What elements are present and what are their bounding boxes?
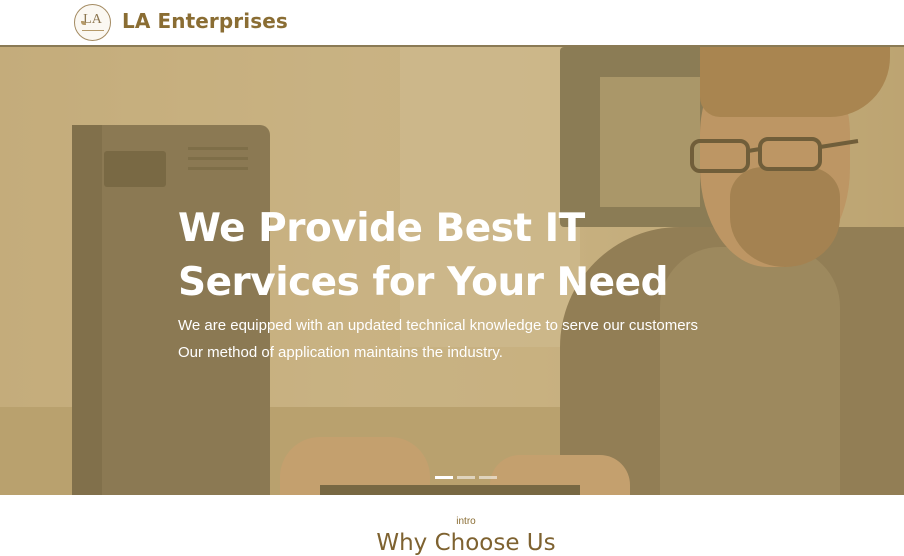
- carousel-indicators: [435, 476, 497, 479]
- hero-subtitle: Our method of application maintains the …: [178, 344, 503, 361]
- hero-banner: We Provide Best IT Services for Your Nee…: [0, 47, 904, 495]
- site-header: LA LA Enterprises: [0, 0, 904, 47]
- hero-title: We Provide Best IT Services for Your Nee…: [178, 202, 738, 310]
- carousel-dot-1[interactable]: [435, 476, 453, 479]
- brand-name[interactable]: LA Enterprises: [122, 9, 288, 33]
- hero-title-line: Services for Your Need: [178, 260, 668, 305]
- section-label: intro: [456, 516, 476, 527]
- hero-title-line: We Provide Best IT: [178, 206, 585, 251]
- carousel-dot-2[interactable]: [457, 476, 475, 479]
- hero-subtitle: We are equipped with an updated technica…: [178, 317, 699, 334]
- logo-icon[interactable]: LA: [74, 4, 111, 41]
- carousel-dot-3[interactable]: [479, 476, 497, 479]
- leaf-icon: [81, 21, 86, 25]
- section-title: Why Choose Us: [376, 530, 556, 556]
